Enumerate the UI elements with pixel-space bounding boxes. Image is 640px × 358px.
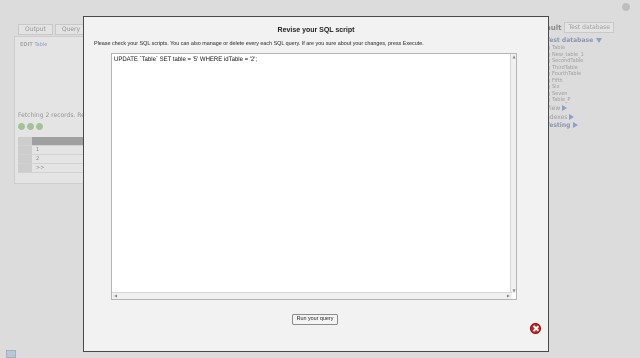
horizontal-scrollbar[interactable]: ◀ ▶ <box>112 292 512 299</box>
scroll-left-icon[interactable]: ◀ <box>114 293 117 299</box>
dialog-title: Revise your SQL script <box>277 27 355 34</box>
run-query-button[interactable]: Run your query <box>292 314 338 325</box>
sql-review-dialog: Revise your SQL script Please check your… <box>83 16 549 352</box>
vertical-scrollbar[interactable]: ▲ ▼ <box>510 54 516 293</box>
scroll-up-icon[interactable]: ▲ <box>511 54 517 59</box>
sql-script[interactable]: UPDATE `Table` SET table = '5' WHERE idT… <box>114 57 257 63</box>
scroll-right-icon[interactable]: ▶ <box>507 293 510 299</box>
dialog-description: Please check your SQL scripts. You can a… <box>94 41 424 47</box>
sql-editor[interactable]: UPDATE `Table` SET table = '5' WHERE idT… <box>111 53 517 300</box>
close-icon[interactable] <box>530 323 541 334</box>
